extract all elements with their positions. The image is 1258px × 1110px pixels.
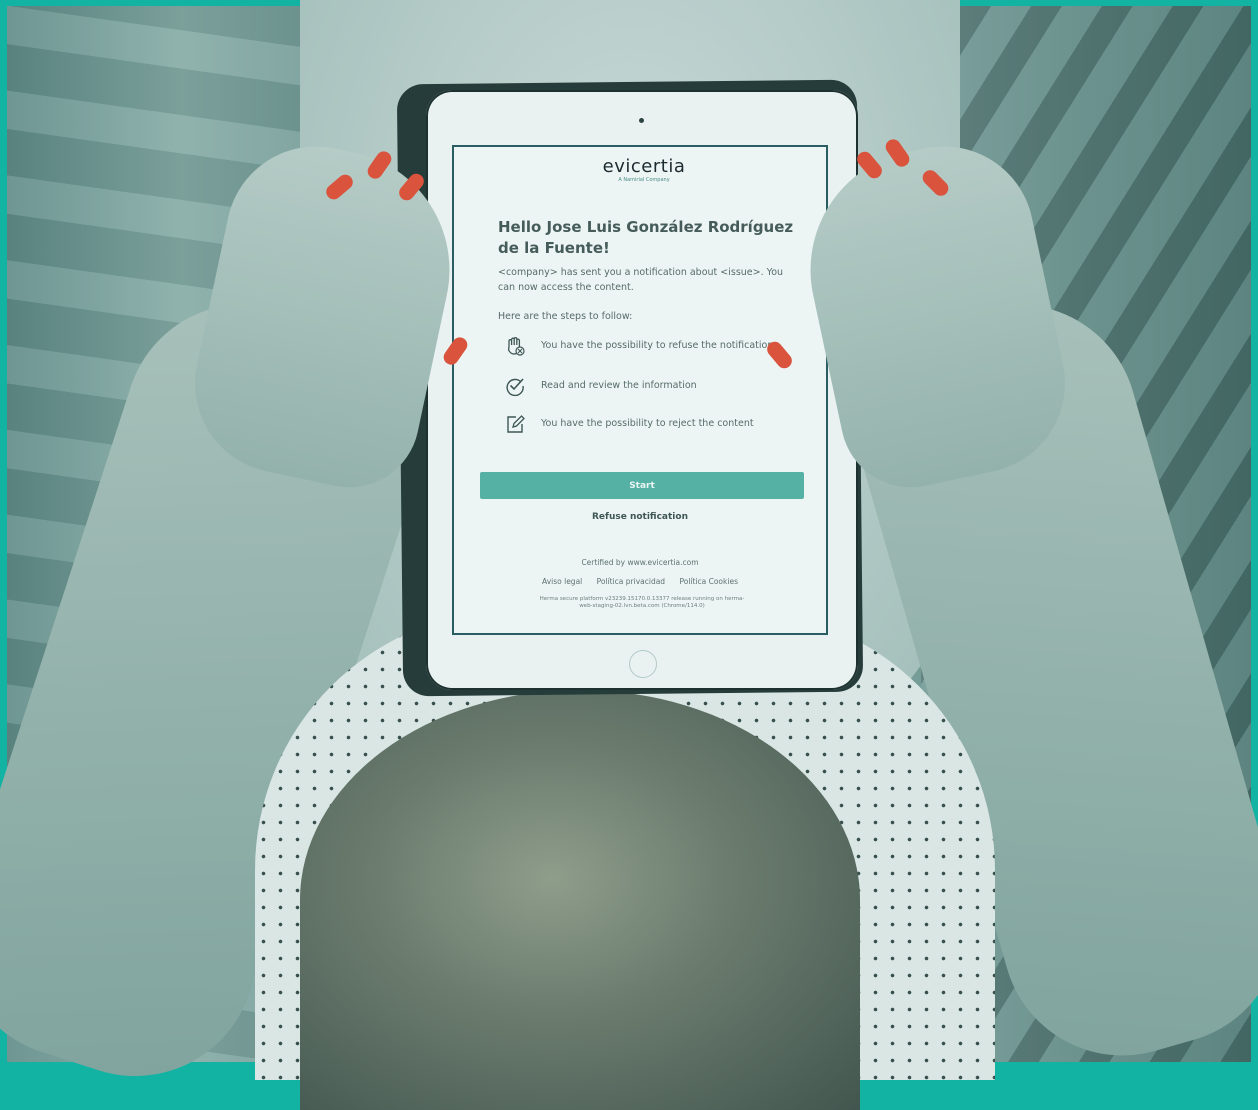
step-review: Read and review the information [504, 375, 804, 397]
evicertia-logo: evicertia A Namirial Company [594, 157, 694, 184]
step-reject-text: You have the possibility to reject the c… [541, 418, 754, 429]
greeting-heading: Hello Jose Luis González Rodríguez de la… [498, 218, 794, 257]
platform-info: Herma secure platform v23239.15170.0.133… [539, 596, 745, 609]
step-refuse-text: You have the possibility to refuse the n… [541, 340, 774, 351]
intro-text: <company> has sent you a notification ab… [498, 267, 784, 293]
start-button[interactable]: Start [480, 472, 804, 499]
step-review-text: Read and review the information [541, 380, 697, 391]
footer-link-aviso-legal[interactable]: Aviso legal [542, 577, 582, 586]
footer-link-privacy[interactable]: Política privacidad [597, 577, 665, 586]
step-refuse: You have the possibility to refuse the n… [504, 335, 804, 357]
tablet-home-button [629, 650, 657, 678]
certified-text: Certified by www.evicertia.com [581, 558, 699, 567]
refuse-notification-link[interactable]: Refuse notification [454, 512, 826, 522]
tablet-screen: evicertia A Namirial Company Hello Jose … [452, 145, 828, 635]
edit-icon [507, 415, 525, 433]
footer-links: Aviso legal Política privacidad Política… [454, 577, 826, 586]
tablet-camera [639, 118, 644, 123]
footer-link-cookies[interactable]: Política Cookies [679, 577, 738, 586]
person-head [300, 690, 860, 1110]
steps-intro: Here are the steps to follow: [498, 311, 633, 322]
check-circle-icon [506, 378, 524, 397]
logo-wordmark: evicertia [602, 156, 686, 177]
hand-stop-icon [507, 337, 525, 356]
step-reject: You have the possibility to reject the c… [504, 413, 804, 435]
logo-tagline: A Namirial Company [618, 177, 670, 183]
